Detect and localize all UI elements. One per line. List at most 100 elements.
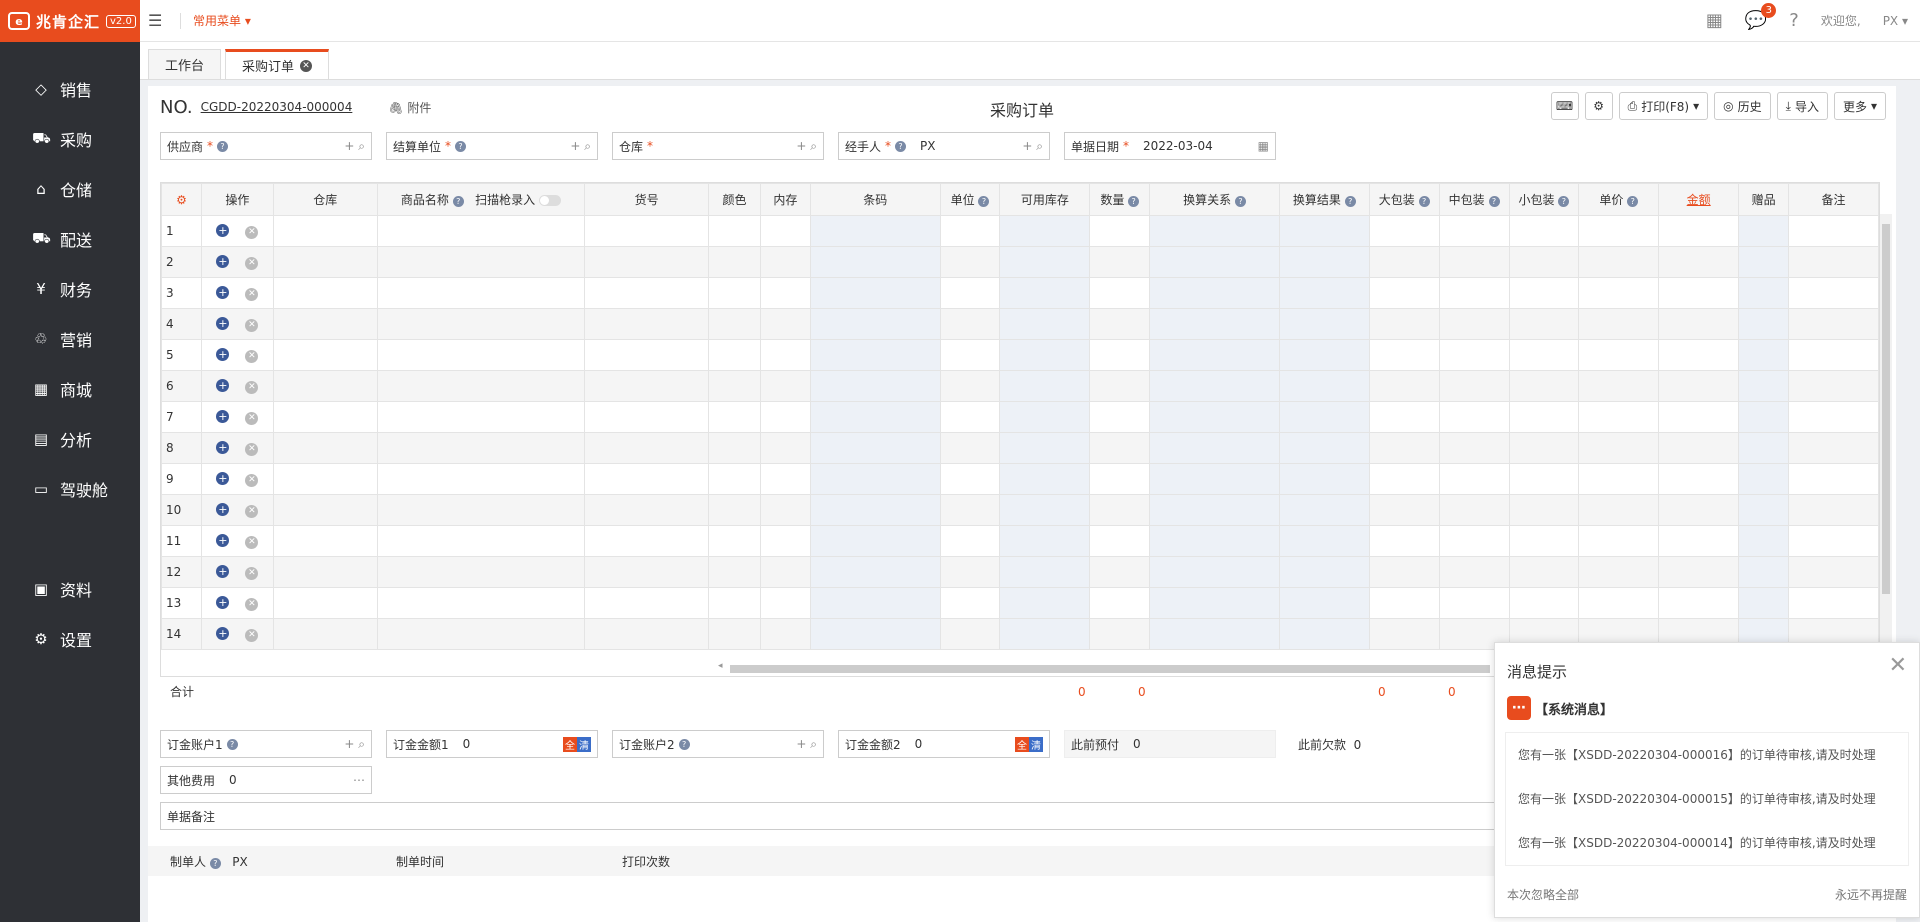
- grid-cell[interactable]: [1438, 525, 1510, 557]
- grid-cell[interactable]: [939, 215, 1001, 247]
- grid-cell[interactable]: [584, 401, 709, 433]
- close-icon[interactable]: ✕: [300, 59, 313, 72]
- attachment-link[interactable]: 🖇 附件: [388, 99, 431, 116]
- grid-cell[interactable]: [1788, 494, 1879, 526]
- grid-cell[interactable]: [1149, 556, 1280, 588]
- grid-cell[interactable]: [999, 308, 1091, 340]
- grid-cell[interactable]: [1438, 556, 1510, 588]
- grid-cell[interactable]: [1149, 432, 1280, 464]
- grid-cell[interactable]: [1578, 525, 1660, 557]
- tab-workbench[interactable]: 工作台: [148, 49, 222, 79]
- grid-cell[interactable]: [1658, 556, 1740, 588]
- grid-cell[interactable]: [584, 525, 709, 557]
- grid-cell[interactable]: [584, 618, 709, 650]
- grid-cell[interactable]: [1368, 308, 1440, 340]
- grid-cell[interactable]: [584, 587, 709, 619]
- grid-cell[interactable]: [1508, 494, 1580, 526]
- add-row-icon[interactable]: +: [216, 348, 230, 361]
- grid-cell[interactable]: [707, 525, 761, 557]
- grid-cell[interactable]: [809, 587, 941, 619]
- grid-cell[interactable]: [1788, 463, 1879, 495]
- sidebar-item-finance[interactable]: ¥ 财务: [0, 264, 140, 314]
- grid-cell[interactable]: [1738, 215, 1790, 247]
- grid-cell[interactable]: [272, 277, 378, 309]
- grid-cell[interactable]: [939, 494, 1001, 526]
- grid-cell[interactable]: [1508, 215, 1580, 247]
- grid-cell[interactable]: [272, 587, 378, 619]
- grid-cell[interactable]: [1508, 246, 1580, 278]
- grid-cell[interactable]: [999, 277, 1091, 309]
- grid-cell[interactable]: [1738, 339, 1790, 371]
- grid-cell[interactable]: [1149, 463, 1280, 495]
- grid-cell[interactable]: [999, 587, 1091, 619]
- grid-cell[interactable]: [759, 432, 811, 464]
- grid-cell[interactable]: [999, 494, 1091, 526]
- grid-cell[interactable]: [1738, 246, 1790, 278]
- delete-row-icon[interactable]: ✕: [245, 257, 259, 270]
- scanner-toggle[interactable]: [539, 195, 562, 206]
- grid-cell[interactable]: [707, 556, 761, 588]
- print-button[interactable]: ⎙ 打印(F8) ▾: [1618, 92, 1709, 120]
- common-menu-dropdown[interactable]: 常用菜单 ▾: [193, 12, 251, 29]
- table-row[interactable]: 8 + ✕: [161, 432, 1879, 464]
- grid-cell[interactable]: [1278, 246, 1370, 278]
- grid-cell[interactable]: [1278, 556, 1370, 588]
- menu-toggle-icon[interactable]: ☰: [148, 11, 168, 30]
- grid-cell[interactable]: [1578, 463, 1660, 495]
- grid-cell[interactable]: [1578, 587, 1660, 619]
- grid-cell[interactable]: [809, 370, 941, 402]
- grid-cell[interactable]: [809, 494, 941, 526]
- grid-cell[interactable]: [707, 618, 761, 650]
- settings-icon[interactable]: ⚙: [1584, 92, 1613, 120]
- grid-cell[interactable]: [1658, 494, 1740, 526]
- grid-cell[interactable]: [1738, 308, 1790, 340]
- grid-cell[interactable]: [939, 432, 1001, 464]
- grid-cell[interactable]: [759, 215, 811, 247]
- sidebar-item-cockpit[interactable]: ▭ 驾驶舱: [0, 464, 140, 514]
- grid-cell[interactable]: [1278, 215, 1370, 247]
- delete-row-icon[interactable]: ✕: [245, 412, 259, 425]
- grid-cell[interactable]: [1089, 618, 1151, 650]
- grid-cell[interactable]: [809, 215, 941, 247]
- grid-cell[interactable]: [376, 339, 586, 371]
- grid-cell[interactable]: [1089, 246, 1151, 278]
- grid-cell[interactable]: [1149, 339, 1280, 371]
- grid-cell[interactable]: [939, 277, 1001, 309]
- grid-cell[interactable]: [1089, 370, 1151, 402]
- grid-cell[interactable]: [1278, 494, 1370, 526]
- grid-cell[interactable]: [1278, 339, 1370, 371]
- row-actions[interactable]: + ✕: [200, 339, 274, 371]
- grid-cell[interactable]: [759, 339, 811, 371]
- grid-cell[interactable]: [707, 277, 761, 309]
- delete-row-icon[interactable]: ✕: [245, 598, 259, 611]
- table-row[interactable]: 12 + ✕: [161, 556, 1879, 588]
- grid-cell[interactable]: [707, 308, 761, 340]
- grid-cell[interactable]: [939, 525, 1001, 557]
- table-row[interactable]: 7 + ✕: [161, 401, 1879, 433]
- grid-cell[interactable]: [809, 463, 941, 495]
- grid-cell[interactable]: [376, 277, 586, 309]
- grid-cell[interactable]: [1149, 618, 1280, 650]
- grid-cell[interactable]: [272, 432, 378, 464]
- grid-cell[interactable]: [707, 587, 761, 619]
- grid-cell[interactable]: [1438, 339, 1510, 371]
- sidebar-item-purchase[interactable]: ⛟ 采购: [0, 114, 140, 164]
- grid-cell[interactable]: [939, 308, 1001, 340]
- row-actions[interactable]: + ✕: [200, 618, 274, 650]
- vertical-scrollbar[interactable]: [1880, 214, 1892, 654]
- table-row[interactable]: 11 + ✕: [161, 525, 1879, 557]
- supplier-field[interactable]: 供应商 *? + ⌕: [160, 132, 372, 160]
- grid-cell[interactable]: [1368, 246, 1440, 278]
- grid-cell[interactable]: [376, 494, 586, 526]
- grid-cell[interactable]: [759, 246, 811, 278]
- row-actions[interactable]: + ✕: [200, 215, 274, 247]
- row-actions[interactable]: + ✕: [200, 246, 274, 278]
- sidebar-item-warehouse[interactable]: ⌂ 仓储: [0, 164, 140, 214]
- grid-cell[interactable]: [272, 401, 378, 433]
- delete-row-icon[interactable]: ✕: [245, 319, 259, 332]
- more-button[interactable]: 更多 ▾: [1833, 92, 1886, 120]
- grid-cell[interactable]: [1658, 525, 1740, 557]
- grid-cell[interactable]: [1578, 370, 1660, 402]
- table-row[interactable]: 3 + ✕: [161, 277, 1879, 309]
- add-row-icon[interactable]: +: [216, 379, 230, 392]
